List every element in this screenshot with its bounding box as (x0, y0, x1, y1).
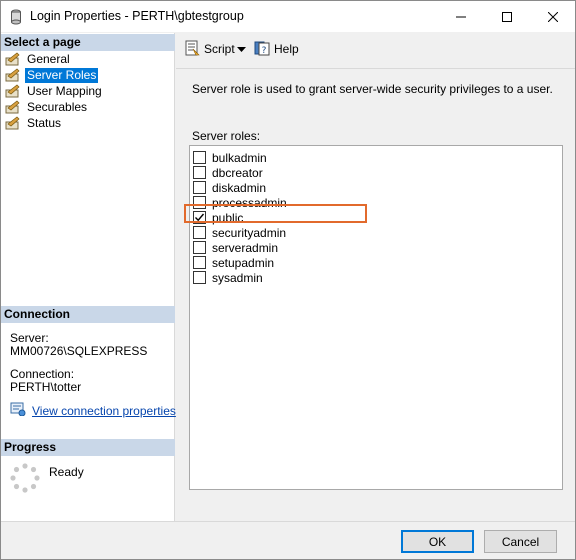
svg-text:?: ? (262, 46, 267, 56)
window-title: Login Properties - PERTH\gbtestgroup (30, 9, 244, 23)
ok-button[interactable]: OK (401, 530, 474, 553)
wrench-icon (5, 68, 21, 82)
progress-status: Ready (49, 465, 84, 479)
checkbox[interactable] (193, 226, 206, 239)
select-page-header: Select a page (1, 34, 175, 51)
wrench-icon (5, 100, 21, 114)
role-name: serveradmin (212, 240, 279, 255)
left-pane: Select a page General Server Roles User Ma… (1, 33, 176, 521)
script-label: Script (204, 42, 235, 56)
script-dropdown-button[interactable] (237, 40, 246, 58)
server-value: MM00726\SQLEXPRESS (10, 344, 148, 358)
checkbox[interactable] (193, 181, 206, 194)
checkbox[interactable] (193, 166, 206, 179)
progress-header: Progress (1, 439, 175, 456)
role-item-dbcreator[interactable]: dbcreator (193, 165, 263, 180)
role-name: securityadmin (212, 225, 287, 240)
connection-value: PERTH\totter (10, 380, 82, 394)
page-item-server-roles[interactable]: Server Roles (5, 67, 99, 83)
checkbox[interactable] (193, 271, 206, 284)
view-connection-properties-link[interactable]: View connection properties (32, 404, 176, 418)
role-item-bulkadmin[interactable]: bulkadmin (193, 150, 267, 165)
database-icon (11, 9, 21, 25)
script-button[interactable]: Script (184, 40, 235, 58)
role-item-securityadmin[interactable]: securityadmin (193, 225, 286, 240)
minimize-icon (456, 16, 466, 17)
role-item-diskadmin[interactable]: diskadmin (193, 180, 266, 195)
toolbar: Script ? Help (176, 33, 575, 65)
toolbar-divider (176, 68, 575, 69)
role-item-processadmin[interactable]: processadmin (193, 195, 287, 210)
role-name: diskadmin (212, 180, 267, 195)
help-button[interactable]: ? Help (254, 40, 299, 58)
page-item-status[interactable]: Status (5, 115, 63, 131)
page-item-label: Status (27, 115, 62, 130)
page-item-label: General (27, 51, 70, 66)
properties-icon (10, 402, 26, 419)
wrench-icon (5, 84, 21, 98)
view-connection-properties-row[interactable]: View connection properties (10, 402, 176, 419)
page-item-securables[interactable]: Securables (5, 99, 89, 115)
progress-spinner-icon (10, 463, 40, 493)
right-pane: Script ? Help Server role is used to gra… (176, 33, 575, 521)
help-book-icon: ? (254, 40, 270, 59)
page-item-label: Server Roles (25, 67, 99, 83)
checkbox-checked[interactable] (193, 211, 206, 224)
page-item-general[interactable]: General (5, 51, 72, 67)
chevron-down-icon (237, 42, 246, 56)
checkbox[interactable] (193, 256, 206, 269)
close-button[interactable] (530, 1, 576, 32)
role-name: public (212, 210, 244, 225)
help-label: Help (274, 42, 299, 56)
script-icon (184, 40, 200, 59)
page-item-label: Securables (27, 99, 88, 114)
login-properties-dialog: Login Properties - PERTH\gbtestgroup Sel… (0, 0, 576, 560)
role-name: processadmin (212, 195, 287, 210)
page-item-user-mapping[interactable]: User Mapping (5, 83, 104, 99)
role-item-setupadmin[interactable]: setupadmin (193, 255, 274, 270)
checkbox[interactable] (193, 241, 206, 254)
role-name: sysadmin (212, 270, 263, 285)
maximize-button[interactable] (484, 1, 530, 32)
role-item-sysadmin[interactable]: sysadmin (193, 270, 263, 285)
connection-header: Connection (1, 306, 175, 323)
role-item-public[interactable]: public (193, 210, 243, 225)
cancel-button[interactable]: Cancel (484, 530, 557, 553)
role-name: dbcreator (212, 165, 263, 180)
check-icon (195, 213, 205, 222)
page-item-label: User Mapping (27, 83, 102, 98)
wrench-icon (5, 116, 21, 130)
checkbox[interactable] (193, 151, 206, 164)
server-roles-list[interactable]: bulkadmin dbcreator diskadmin processadmin p… (189, 145, 563, 490)
dialog-button-bar: OK Cancel (1, 521, 575, 559)
role-name: setupadmin (212, 255, 275, 270)
maximize-icon (502, 11, 512, 22)
page-description: Server role is used to grant server-wide… (192, 82, 553, 96)
wrench-icon (5, 52, 21, 66)
title-bar: Login Properties - PERTH\gbtestgroup (1, 1, 575, 32)
role-name: bulkadmin (212, 150, 267, 165)
minimize-button[interactable] (438, 1, 484, 32)
role-item-serveradmin[interactable]: serveradmin (193, 240, 278, 255)
close-icon (548, 11, 558, 22)
checkbox[interactable] (193, 196, 206, 209)
server-roles-label: Server roles: (192, 129, 261, 143)
